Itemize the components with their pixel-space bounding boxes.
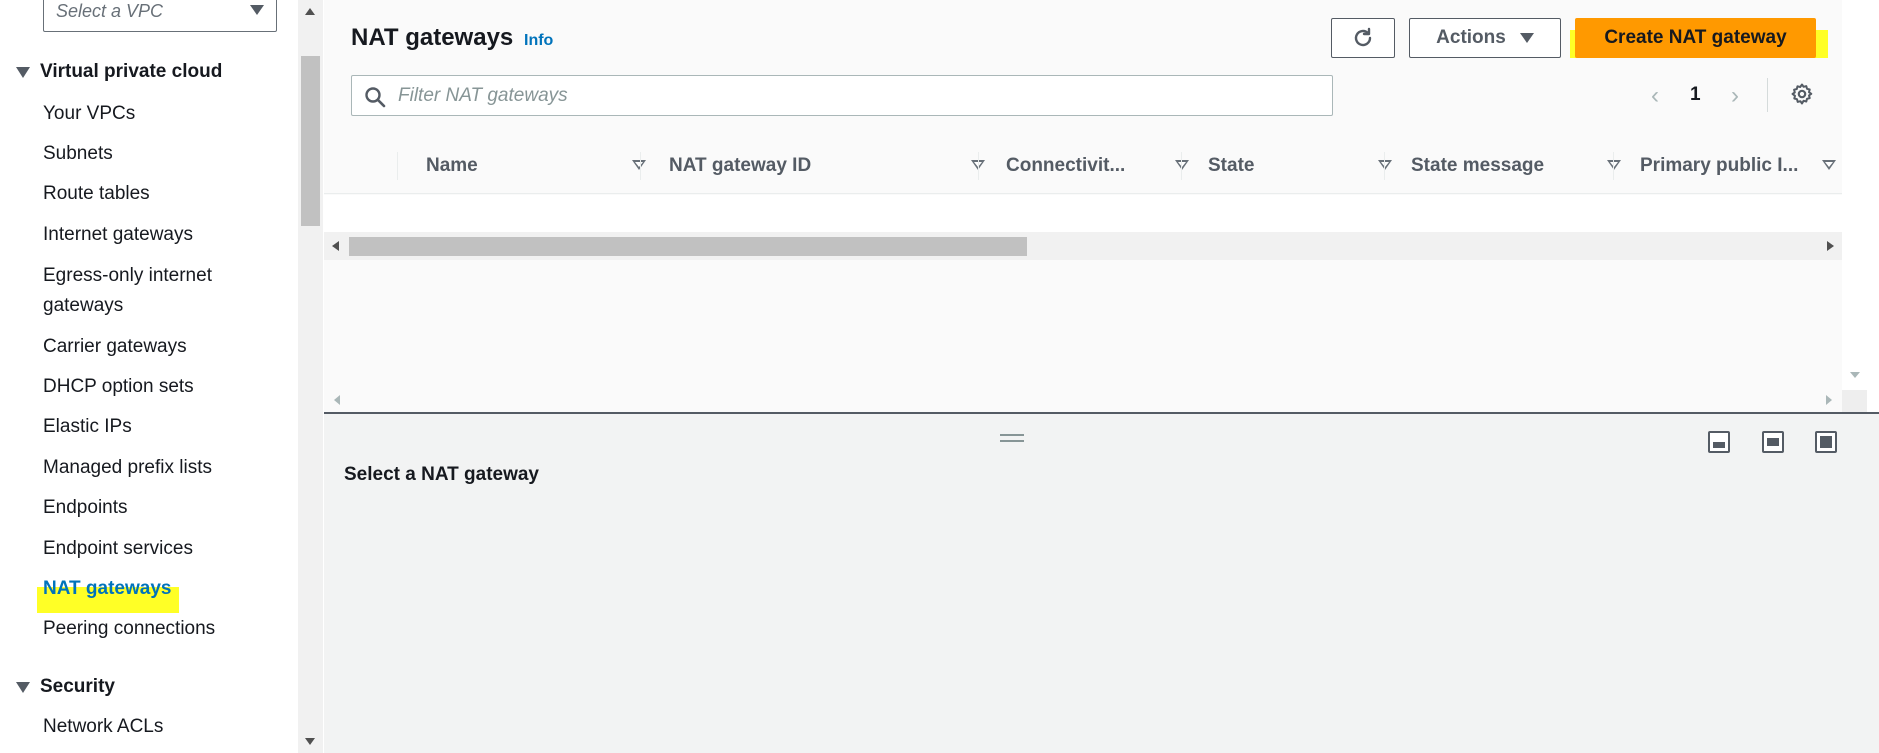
section-label: Virtual private cloud: [40, 61, 223, 82]
sidebar-item-carrier-gateways[interactable]: Carrier gateways: [43, 332, 187, 362]
page-title: NAT gateways: [351, 24, 514, 51]
table-horizontal-scrollbar[interactable]: [324, 232, 1842, 260]
sort-icon: [1607, 160, 1621, 170]
vpc-select-placeholder: Select a VPC: [56, 1, 164, 21]
refresh-icon: [1354, 27, 1372, 47]
column-header-label: Primary public I...: [1640, 155, 1799, 176]
column-header-label: Name: [426, 155, 478, 176]
column-header-label: Connectivit...: [1006, 155, 1126, 176]
section-virtual-private-cloud[interactable]: Virtual private cloud: [16, 61, 222, 83]
table-header-row: Name NAT gateway ID Connectivit... State…: [324, 138, 1842, 194]
scroll-left-arrow-icon[interactable]: [332, 241, 339, 251]
search-icon: [365, 87, 386, 108]
sidebar-item-internet-gateways[interactable]: Internet gateways: [43, 220, 193, 250]
sidebar-item-your-vpcs[interactable]: Your VPCs: [43, 99, 135, 129]
scroll-down-arrow-icon[interactable]: [305, 738, 315, 745]
column-divider: [978, 152, 979, 180]
scroll-down-arrow-icon[interactable]: [1850, 372, 1860, 378]
sidebar-item-dhcp-option-sets[interactable]: DHCP option sets: [43, 372, 194, 402]
split-panel: Select a NAT gateway: [324, 412, 1879, 753]
sort-icon: [1175, 160, 1189, 170]
sidebar-item-route-tables[interactable]: Route tables: [43, 179, 150, 209]
column-divider: [640, 152, 641, 180]
sidebar-item-endpoint-services[interactable]: Endpoint services: [43, 534, 193, 564]
caret-down-icon: [16, 66, 30, 78]
column-header-label: NAT gateway ID: [669, 155, 812, 176]
sidebar-item-peering-connections[interactable]: Peering connections: [43, 614, 215, 644]
section-label: Security: [40, 676, 115, 697]
column-header-name[interactable]: Name: [426, 138, 646, 194]
sidebar-item-endpoints[interactable]: Endpoints: [43, 493, 128, 523]
column-header-label: State message: [1411, 155, 1545, 176]
main-vertical-scrollbar[interactable]: [1842, 0, 1867, 412]
column-divider: [1613, 152, 1614, 180]
caret-down-icon: [1519, 33, 1534, 43]
chevron-right-icon[interactable]: ›: [1731, 82, 1739, 110]
caret-down-icon: [250, 5, 264, 15]
sidebar-item-managed-prefix-lists[interactable]: Managed prefix lists: [43, 453, 212, 483]
sidebar-scrollbar[interactable]: [298, 0, 323, 753]
scrollbar-corner: [1842, 390, 1867, 412]
current-page-number[interactable]: 1: [1690, 84, 1701, 106]
split-panel-title: Select a NAT gateway: [344, 464, 540, 485]
sidebar-item-subnets[interactable]: Subnets: [43, 139, 113, 169]
column-divider: [1181, 152, 1182, 180]
actions-label: Actions: [1436, 27, 1506, 48]
scrollbar-thumb[interactable]: [301, 56, 320, 226]
vpc-select-dropdown[interactable]: Select a VPC: [43, 0, 277, 32]
scroll-left-arrow-icon[interactable]: [334, 395, 340, 405]
panel-position-side-icon[interactable]: [1762, 431, 1784, 453]
column-divider: [1384, 152, 1385, 180]
chevron-left-icon[interactable]: ‹: [1651, 82, 1659, 110]
main-content: NAT gateways Info Actions Create NAT gat…: [324, 0, 1842, 412]
column-header-connectivity[interactable]: Connectivit...: [1006, 138, 1189, 194]
search-placeholder: Filter NAT gateways: [398, 85, 568, 106]
actions-dropdown-button[interactable]: Actions: [1409, 18, 1561, 58]
scroll-right-arrow-icon[interactable]: [1826, 395, 1832, 405]
refresh-button[interactable]: [1331, 18, 1395, 58]
column-header-primary-public-ip[interactable]: Primary public I...: [1640, 138, 1836, 194]
search-input[interactable]: Filter NAT gateways: [351, 75, 1333, 116]
caret-down-icon: [16, 681, 30, 693]
page-horizontal-scrollbar[interactable]: [324, 390, 1842, 410]
scrollbar-thumb[interactable]: [349, 237, 1027, 256]
column-header-state[interactable]: State: [1208, 138, 1392, 194]
scroll-up-arrow-icon[interactable]: [305, 8, 315, 15]
sidebar-navigation: Select a VPC Virtual private cloud Your …: [0, 0, 298, 753]
panel-position-bottom-icon[interactable]: [1708, 431, 1730, 453]
sidebar-item-nat-gateways[interactable]: NAT gateways: [43, 574, 171, 604]
icon-fill: [1820, 436, 1832, 448]
section-security[interactable]: Security: [16, 676, 115, 698]
scroll-right-arrow-icon[interactable]: [1827, 241, 1834, 251]
resize-handle-icon[interactable]: [1000, 434, 1024, 442]
sort-icon: [632, 160, 646, 170]
info-link[interactable]: Info: [524, 32, 553, 50]
divider: [1767, 78, 1768, 112]
column-header-nat-gateway-id[interactable]: NAT gateway ID: [669, 138, 985, 194]
panel-position-full-icon[interactable]: [1815, 431, 1837, 453]
sort-icon: [1378, 160, 1392, 170]
sidebar-item-egress-only-internet-gateways[interactable]: Egress-only internet gateways: [43, 261, 263, 321]
column-divider: [397, 152, 398, 180]
create-nat-gateway-button[interactable]: Create NAT gateway: [1575, 18, 1816, 58]
sort-icon: [1822, 160, 1836, 170]
sidebar-item-elastic-ips[interactable]: Elastic IPs: [43, 412, 132, 442]
sidebar-item-network-acls[interactable]: Network ACLs: [43, 712, 163, 742]
column-header-label: State: [1208, 155, 1255, 176]
gear-icon[interactable]: [1790, 82, 1814, 106]
table-body: [324, 195, 1842, 232]
icon-fill: [1767, 438, 1779, 446]
icon-fill: [1713, 442, 1725, 448]
column-header-state-message[interactable]: State message: [1411, 138, 1621, 194]
